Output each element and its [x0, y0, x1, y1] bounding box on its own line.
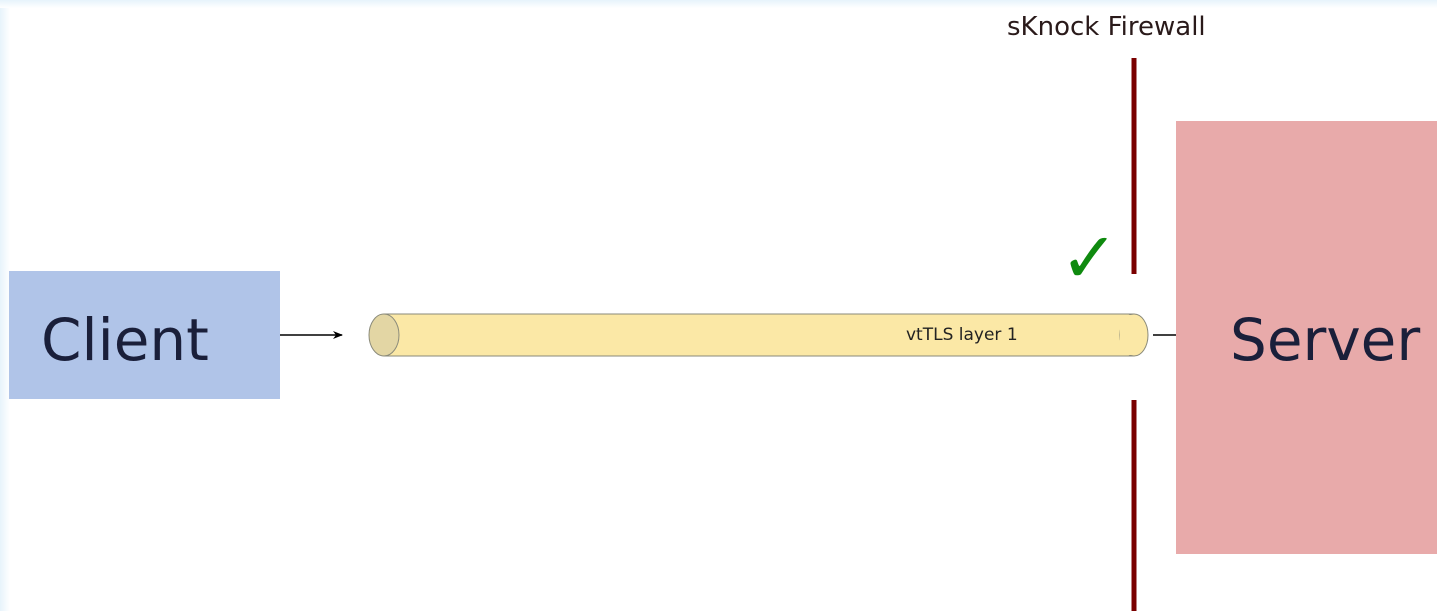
tunnel-label: vtTLS layer 1 — [906, 325, 1018, 345]
checkmark-icon: ✓ — [1060, 217, 1119, 299]
vttls-tunnel-cap — [368, 313, 400, 357]
firewall-label: sKnock Firewall — [1007, 12, 1206, 42]
client-label: Client — [41, 306, 209, 374]
server-label: Server — [1230, 306, 1421, 374]
top-edge-fade — [0, 0, 1437, 8]
vttls-tunnel-body — [383, 313, 1135, 357]
vttls-tunnel-seam — [1120, 315, 1134, 355]
diagram-canvas: Client Server sKnock Firewall vtTLS laye… — [0, 0, 1437, 611]
